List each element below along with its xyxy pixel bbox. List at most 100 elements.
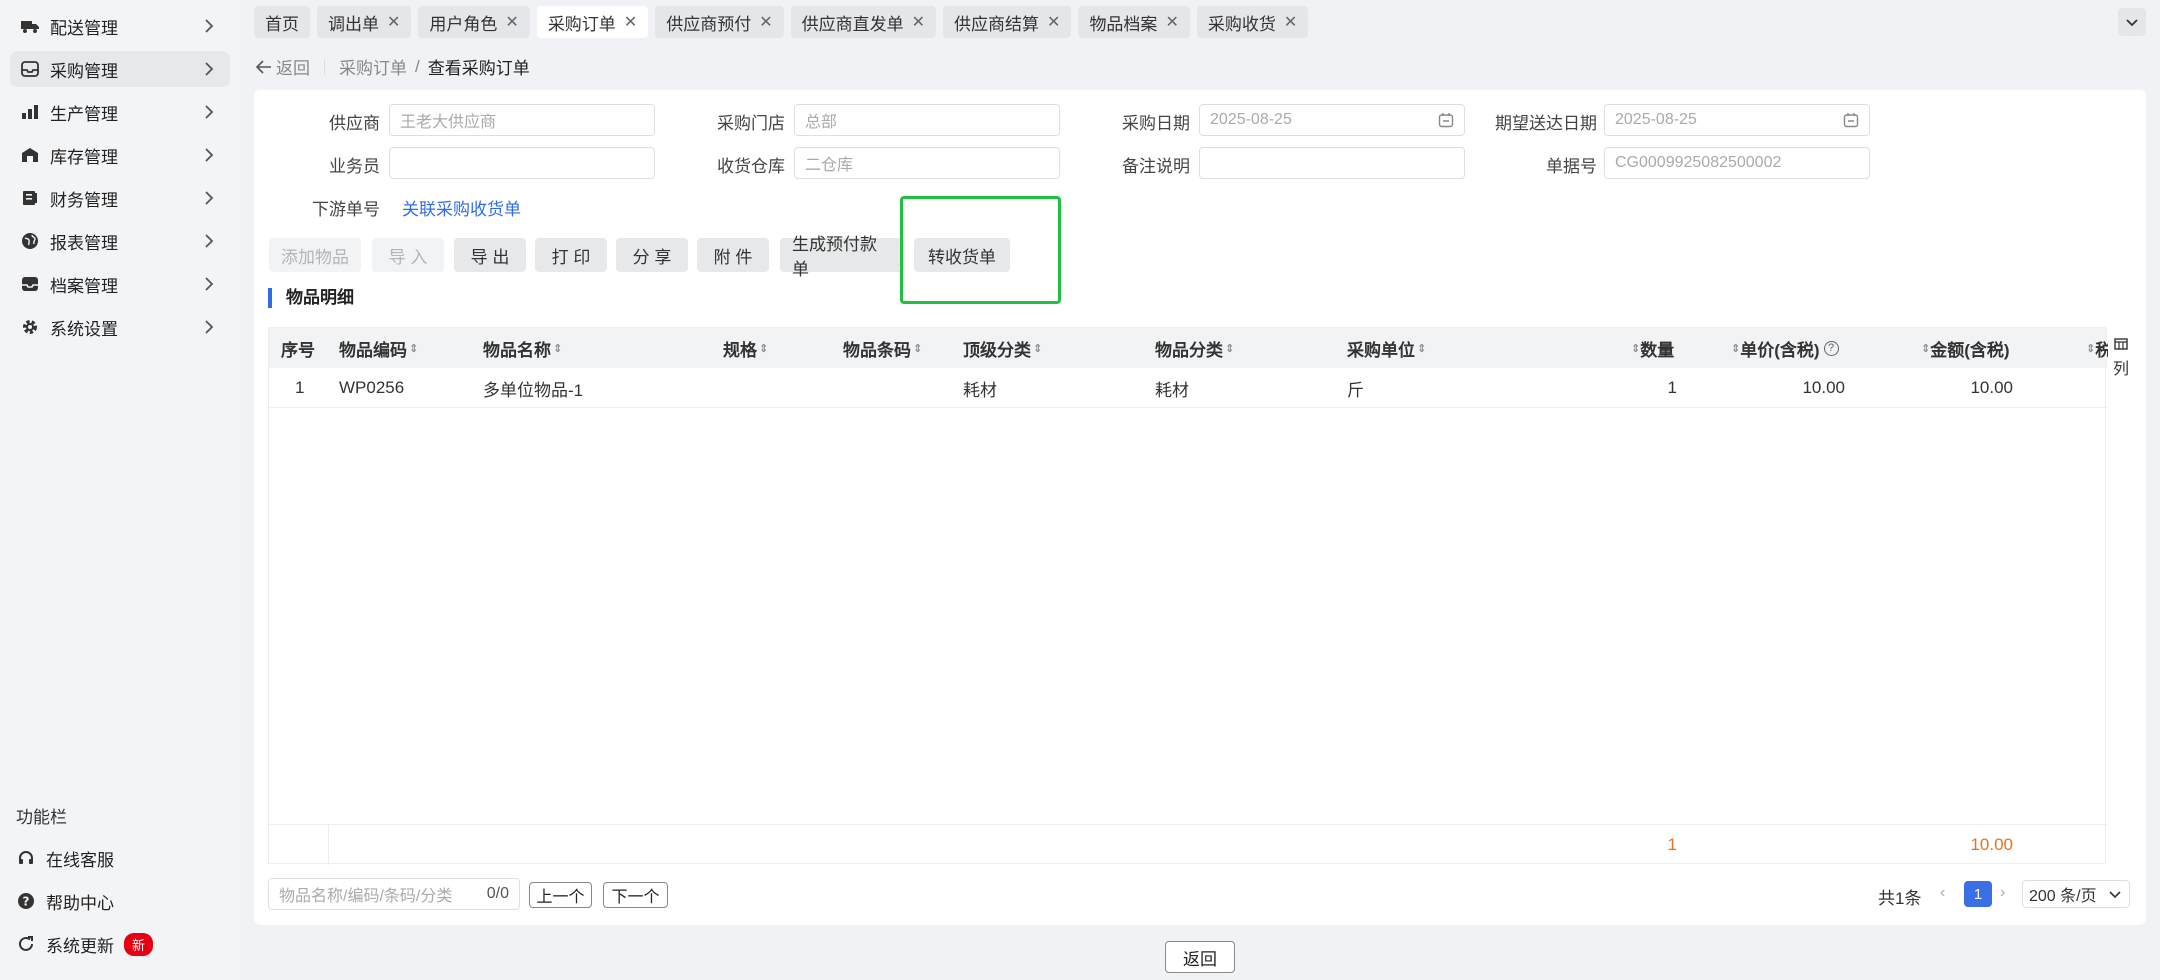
sidebar-item-purchase[interactable]: 采购管理 [10,51,230,87]
tab-purchase-receipt[interactable]: 采购收货 ✕ [1196,6,1309,38]
close-icon[interactable]: ✕ [912,12,925,32]
remark-field[interactable] [1199,147,1465,179]
th-unit[interactable]: 采购单位 ⇕ [1347,328,1426,368]
prev-match-button[interactable]: 上一个 [529,882,592,908]
help-center-link[interactable]: ? 帮助中心 [16,886,114,916]
back-link[interactable]: 返回 [256,54,310,79]
tab-supplier-settlement[interactable]: 供应商结算 ✕ [943,6,1072,38]
sidebar-item-label: 档案管理 [50,276,118,296]
page-size-select[interactable]: 200 条/页 [2022,880,2130,908]
sidebar-item-settings[interactable]: 系统设置 [10,309,230,345]
th-label: 物品名称 [483,340,551,360]
print-button[interactable]: 打 印 [535,238,607,272]
tab-home[interactable]: 首页 [254,6,310,38]
th-quantity[interactable]: ⇕ 数量 [1629,328,1674,368]
arrow-left-icon [256,59,271,74]
tab-supplier-direct[interactable]: 供应商直发单 ✕ [790,6,937,38]
store-value: 总部 [805,114,838,131]
salesman-label: 业务员 [329,157,380,176]
next-match-button[interactable]: 下一个 [603,882,668,908]
close-icon[interactable]: ✕ [1284,12,1297,32]
salesman-field[interactable] [389,147,655,179]
tab-purchase-order[interactable]: 采购订单 ✕ [536,6,649,38]
attachment-button[interactable]: 附 件 [697,238,769,272]
table-row[interactable]: 1 WP0256 多单位物品-1 耗材 耗材 斤 1 10.00 10.00 [269,368,2107,408]
warehouse-value: 二仓库 [805,157,854,174]
warehouse-field[interactable]: 二仓库 [794,147,1060,179]
breadcrumb: 返回 采购订单 / 查看采购订单 [256,54,530,79]
tab-transfer-out[interactable]: 调出单 ✕ [317,6,412,38]
cell-index: 1 [295,378,305,397]
close-icon[interactable]: ✕ [624,12,637,32]
close-icon[interactable]: ✕ [759,12,772,32]
tab-supplier-prepay[interactable]: 供应商预付 ✕ [655,6,784,38]
import-button[interactable]: 导 入 [372,238,444,272]
purchase-date-label: 采购日期 [1122,114,1190,133]
close-icon[interactable]: ✕ [505,12,518,32]
share-button[interactable]: 分 享 [616,238,688,272]
tab-item-archive[interactable]: 物品档案 ✕ [1078,6,1190,38]
tab-label: 供应商结算 [954,14,1040,34]
th-spec[interactable]: 规格 ⇕ [723,328,768,368]
sidebar-item-delivery[interactable]: 配送管理 [10,8,230,44]
th-label: 物品分类 [1155,340,1223,360]
supplier-value: 王老大供应商 [400,114,497,131]
sidebar-item-report[interactable]: 报表管理 [10,223,230,259]
downstream-link[interactable]: 关联采购收货单 [402,195,521,220]
tab-bar: 首页 调出单 ✕ 用户角色 ✕ 采购订单 ✕ 供应商预付 ✕ 供应商直发单 ✕ 供应商结算… [254,6,1309,38]
th-unit-price[interactable]: ⇕ 单价(含税)? [1729,328,1839,368]
sidebar-item-label: 报表管理 [50,233,118,253]
column-settings-button[interactable]: 列 [2108,327,2134,387]
online-service-link[interactable]: 在线客服 [16,843,114,873]
close-icon[interactable]: ✕ [1047,12,1060,32]
tab-label: 调出单 [328,14,379,34]
th-amount[interactable]: ⇕ 金额(含税) [1919,328,2010,368]
column-settings-label: 列 [2112,361,2129,378]
sidebar-item-inventory[interactable]: 库存管理 [10,137,230,173]
sort-icon: ⇕ [913,342,923,355]
supplier-field[interactable]: 王老大供应商 [389,104,655,136]
export-button[interactable]: 导 出 [454,238,526,272]
close-icon[interactable]: ✕ [1165,12,1178,32]
total-count: 共1条 [1878,889,1922,908]
sidebar-item-finance[interactable]: 财务管理 [10,180,230,216]
sidebar-item-production[interactable]: 生产管理 [10,94,230,130]
breadcrumb-separator: / [415,56,420,76]
item-search-input[interactable]: 物品名称/编码/条码/分类 0/0 [268,878,520,910]
help-icon[interactable]: ? [1823,340,1839,356]
sidebar-item-label: 财务管理 [50,190,118,210]
purchase-date-field[interactable]: 2025-08-25 [1199,104,1465,136]
sidebar-item-archive[interactable]: 档案管理 [10,266,230,302]
th-barcode[interactable]: 物品条码 ⇕ [843,328,922,368]
th-label: 物品编码 [339,340,407,360]
page-next-icon[interactable]: › [2000,884,2005,902]
th-code[interactable]: 物品编码 ⇕ [339,328,418,368]
chevron-right-icon [205,320,214,334]
warehouse-icon [20,145,40,165]
expected-date-field[interactable]: 2025-08-25 [1604,104,1870,136]
close-icon[interactable]: ✕ [387,12,400,32]
chevron-right-icon [205,191,214,205]
store-field[interactable]: 总部 [794,104,1060,136]
cell-name: 多单位物品-1 [483,380,584,400]
tab-dropdown-button[interactable] [2118,8,2146,36]
gear-icon [20,317,40,337]
breadcrumb-parent[interactable]: 采购订单 [339,54,407,79]
add-item-button[interactable]: 添加物品 [269,238,361,272]
sort-icon: ⇕ [553,342,563,355]
chevron-right-icon [205,19,214,33]
globe-icon [20,231,40,251]
th-top-category[interactable]: 顶级分类 ⇕ [963,328,1042,368]
generate-prepay-button[interactable]: 生成预付款单 [780,235,904,279]
page-prev-icon[interactable]: ‹ [1940,884,1945,902]
th-name[interactable]: 物品名称 ⇕ [483,328,562,368]
back-button[interactable]: 返回 [1165,941,1235,973]
page-number-current[interactable]: 1 [1964,881,1992,907]
doc-no-field[interactable]: CG0009925082500002 [1604,147,1870,179]
tab-label: 供应商直发单 [801,14,904,34]
system-update-link[interactable]: 系统更新 新 [16,929,154,959]
tab-label: 用户角色 [429,14,498,34]
tab-user-role[interactable]: 用户角色 ✕ [418,6,530,38]
back-label: 返回 [276,59,310,78]
th-category[interactable]: 物品分类 ⇕ [1155,328,1234,368]
